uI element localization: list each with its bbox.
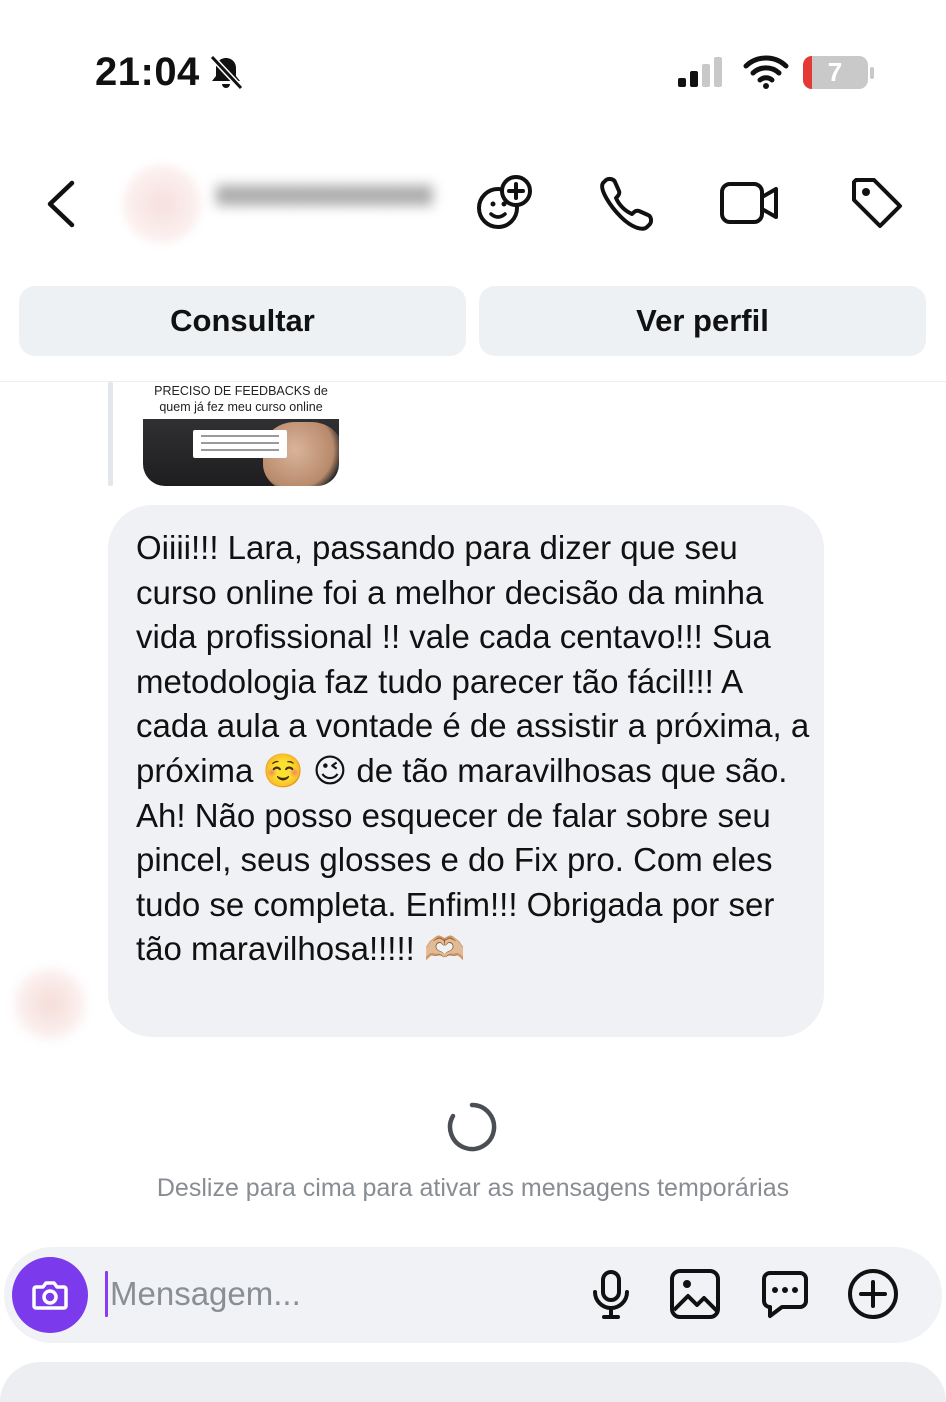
- chat-header: ▀▀▀▀▀▀▀▀▀: [0, 150, 946, 260]
- chat-bubble-icon[interactable]: [758, 1267, 812, 1321]
- story-sticker: [193, 430, 287, 458]
- story-caption-line1: PRECISO DE FEEDBACKS de: [154, 384, 328, 398]
- view-profile-button[interactable]: Ver perfil: [479, 286, 926, 356]
- image-icon[interactable]: [668, 1267, 722, 1321]
- contact-avatar[interactable]: [122, 164, 202, 244]
- face-add-icon[interactable]: [474, 172, 536, 234]
- story-caption: PRECISO DE FEEDBACKS de quem já fez meu …: [143, 382, 339, 419]
- status-bar: 21:04 7: [0, 0, 946, 140]
- story-thumbnail[interactable]: PRECISO DE FEEDBACKS de quem já fez meu …: [143, 382, 339, 486]
- loading-spinner-icon: [447, 1102, 497, 1152]
- message-input[interactable]: [110, 1268, 550, 1320]
- camera-icon: [32, 1281, 68, 1310]
- camera-button[interactable]: [12, 1257, 88, 1333]
- consult-button[interactable]: Consultar: [19, 286, 466, 356]
- plus-circle-icon[interactable]: [846, 1267, 900, 1321]
- bell-muted-icon: [209, 54, 244, 90]
- status-time: 21:04: [95, 50, 200, 94]
- temporary-messages-hint: Deslize para cima para ativar as mensage…: [156, 1174, 790, 1202]
- video-camera-icon[interactable]: [718, 172, 780, 234]
- reply-indicator-line: [108, 382, 113, 486]
- wifi-icon: [743, 55, 789, 89]
- header-divider: [0, 381, 946, 382]
- bottom-sheet-edge: [0, 1362, 946, 1402]
- chevron-left-icon[interactable]: [40, 178, 84, 230]
- story-caption-line2: quem já fez meu curso online: [159, 400, 323, 414]
- battery-level: 7: [827, 57, 843, 87]
- tag-icon[interactable]: [846, 172, 908, 234]
- microphone-icon[interactable]: [584, 1267, 638, 1321]
- message-text: Oiiii!!! Lara, passando para dizer que s…: [136, 529, 810, 968]
- sender-avatar[interactable]: [14, 968, 86, 1040]
- phone-icon[interactable]: [594, 172, 656, 234]
- text-caret: [105, 1271, 108, 1317]
- contact-name-redacted[interactable]: ▀▀▀▀▀▀▀▀▀: [216, 186, 433, 225]
- cellular-signal-icon: [678, 57, 722, 87]
